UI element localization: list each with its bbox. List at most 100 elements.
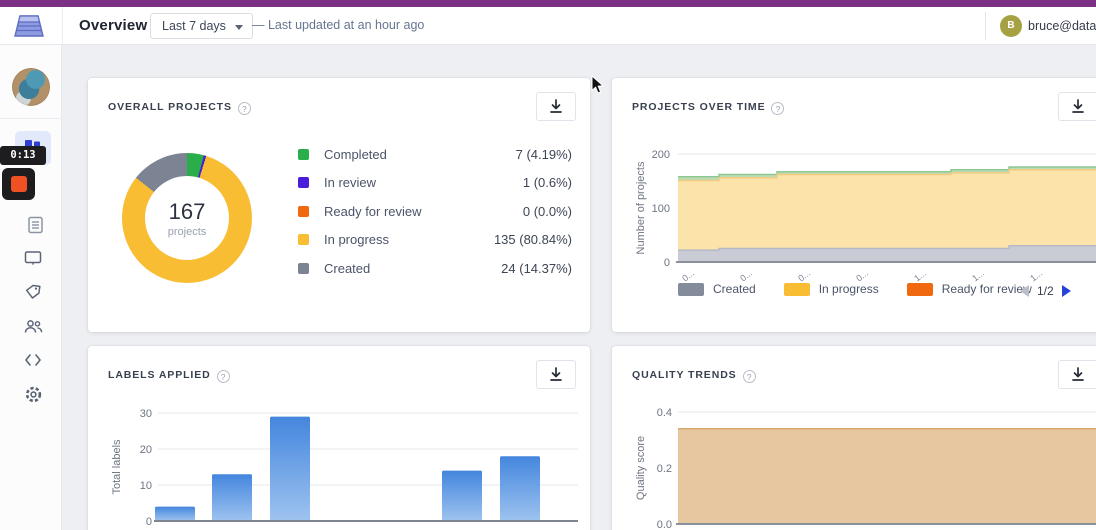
legend-label: Ready for review xyxy=(324,203,422,219)
legend-value: 24 (14.37%) xyxy=(501,260,572,276)
svg-text:20: 20 xyxy=(140,444,152,456)
area-chart[interactable]: 0.4 0.2 0.0 Quality score xyxy=(632,401,1096,530)
stacked-area-chart[interactable]: 20010000... 0... 0... 0... 1... 1... 1...Numbe… xyxy=(632,138,1096,298)
legend-item[interactable]: In progress 135 (80.84%) xyxy=(298,226,572,255)
users-icon xyxy=(24,319,42,333)
recording-stop-button[interactable] xyxy=(2,168,35,200)
date-range-dropdown[interactable]: Last 7 days xyxy=(150,13,253,39)
legend-pager: 1/2 xyxy=(1020,284,1071,298)
legend-item[interactable]: In review 1 (0.6%) xyxy=(298,169,572,198)
last-updated-text: — Last updated at an hour ago xyxy=(252,18,425,32)
card-title: PROJECTS OVER TIME? xyxy=(632,101,785,115)
svg-text:1...: 1... xyxy=(395,525,411,530)
projects-list-icon xyxy=(28,216,43,234)
svg-text:0.2: 0.2 xyxy=(657,463,672,475)
labels-applied-card: LABELS APPLIED? 30 20 10 0 0... 0... 0... 0... 1… xyxy=(88,346,590,530)
legend-label: Completed xyxy=(324,146,387,162)
legend-item[interactable]: In progress xyxy=(783,282,879,296)
help-icon[interactable]: ? xyxy=(237,102,251,115)
legend-item[interactable]: Ready for review xyxy=(906,282,1032,296)
legend-item[interactable]: Created xyxy=(678,282,756,296)
chart-legend: Created In progress Ready for review xyxy=(678,282,1060,296)
donut-center: 167 projects xyxy=(145,176,229,260)
sidebar-item-labels[interactable] xyxy=(15,275,51,309)
donut-unit: projects xyxy=(167,225,207,238)
sidebar-item-members[interactable] xyxy=(15,309,51,343)
legend-label: Created xyxy=(713,282,756,296)
mouse-cursor xyxy=(591,75,605,94)
download-button[interactable] xyxy=(536,92,576,121)
legend-value: 7 (4.19%) xyxy=(515,146,572,162)
download-button[interactable] xyxy=(1058,360,1096,389)
help-icon[interactable]: ? xyxy=(742,370,756,383)
legend-swatch xyxy=(298,262,309,274)
download-icon xyxy=(550,99,562,113)
svg-text:10: 10 xyxy=(140,480,152,492)
date-range-label: Last 7 days xyxy=(162,19,226,33)
recording-timer: 0:13 xyxy=(0,146,46,165)
svg-text:0...: 0... xyxy=(337,525,353,530)
header-divider xyxy=(62,7,63,45)
svg-text:Total labels: Total labels xyxy=(111,439,123,495)
stop-icon xyxy=(10,176,27,192)
legend-item[interactable]: Ready for review 0 (0.0%) xyxy=(298,197,572,226)
projects-donut-chart[interactable]: 167 projects xyxy=(122,153,252,283)
legend-item[interactable]: Completed 7 (4.19%) xyxy=(298,140,572,169)
code-icon xyxy=(25,354,41,366)
svg-text:0: 0 xyxy=(664,257,670,269)
donut-total: 167 xyxy=(168,198,206,224)
pager-label: 1/2 xyxy=(1037,284,1054,298)
legend-swatch xyxy=(298,148,309,160)
legend-swatch xyxy=(298,177,309,189)
download-button[interactable] xyxy=(1058,92,1096,121)
legend-swatch xyxy=(678,282,704,296)
svg-text:Quality score: Quality score xyxy=(635,436,647,500)
projects-over-time-card: PROJECTS OVER TIME? 200 100 0 0... 0... 0... 0… xyxy=(612,78,1096,332)
pager-prev-icon[interactable] xyxy=(1020,285,1029,297)
svg-text:0: 0 xyxy=(146,516,152,528)
download-icon xyxy=(1072,99,1084,113)
legend-label: In review xyxy=(324,175,377,191)
legend-label: In progress xyxy=(324,232,390,248)
top-accent-bar xyxy=(0,0,1096,7)
card-title: QUALITY TRENDS? xyxy=(632,369,756,383)
header: Overview Last 7 days — Last updated at a… xyxy=(0,7,1096,45)
legend-item[interactable]: Created 24 (14.37%) xyxy=(298,254,572,283)
sidebar-item-code[interactable] xyxy=(15,343,51,377)
svg-text:100: 100 xyxy=(652,203,670,215)
tag-icon xyxy=(25,284,41,299)
legend-value: 135 (80.84%) xyxy=(493,232,572,248)
page-title: Overview xyxy=(79,17,148,34)
svg-text:1...: 1... xyxy=(452,525,468,530)
monitor-icon xyxy=(24,251,42,265)
help-icon[interactable]: ? xyxy=(216,370,230,383)
legend-swatch xyxy=(906,282,933,296)
user-avatar[interactable]: B xyxy=(1000,15,1022,37)
svg-text:0...: 0... xyxy=(280,525,296,530)
bar-chart[interactable]: 30 20 10 0 0... 0... 0... 0... 1... 1... 1... Total… xyxy=(108,401,588,530)
legend-swatch xyxy=(783,282,810,296)
legend-value: 0 (0.0%) xyxy=(522,203,572,219)
sidebar-item-catalog[interactable] xyxy=(15,241,51,275)
app-logo-icon[interactable] xyxy=(12,10,46,42)
svg-text:0...: 0... xyxy=(165,525,181,530)
svg-text:1...: 1... xyxy=(510,525,526,530)
donut-legend: Completed 7 (4.19%) In review 1 (0.6%) Ready… xyxy=(298,140,572,283)
legend-label: Ready for review xyxy=(941,282,1032,296)
sidebar xyxy=(0,45,62,530)
download-icon xyxy=(550,367,562,381)
sidebar-item-settings[interactable] xyxy=(15,377,51,411)
download-button[interactable] xyxy=(536,360,576,389)
user-email[interactable]: bruce@datas xyxy=(1028,19,1096,33)
gear-icon xyxy=(25,386,41,402)
pager-next-icon[interactable] xyxy=(1061,285,1071,297)
sidebar-item-projects[interactable] xyxy=(18,208,54,242)
chevron-down-icon xyxy=(234,25,243,30)
svg-text:30: 30 xyxy=(140,408,152,420)
svg-text:200: 200 xyxy=(652,149,670,161)
help-icon[interactable]: ? xyxy=(771,102,785,115)
legend-label: Created xyxy=(324,260,371,276)
svg-text:0.4: 0.4 xyxy=(657,407,672,419)
workspace-avatar[interactable] xyxy=(12,68,50,106)
legend-label: In progress xyxy=(818,282,879,296)
